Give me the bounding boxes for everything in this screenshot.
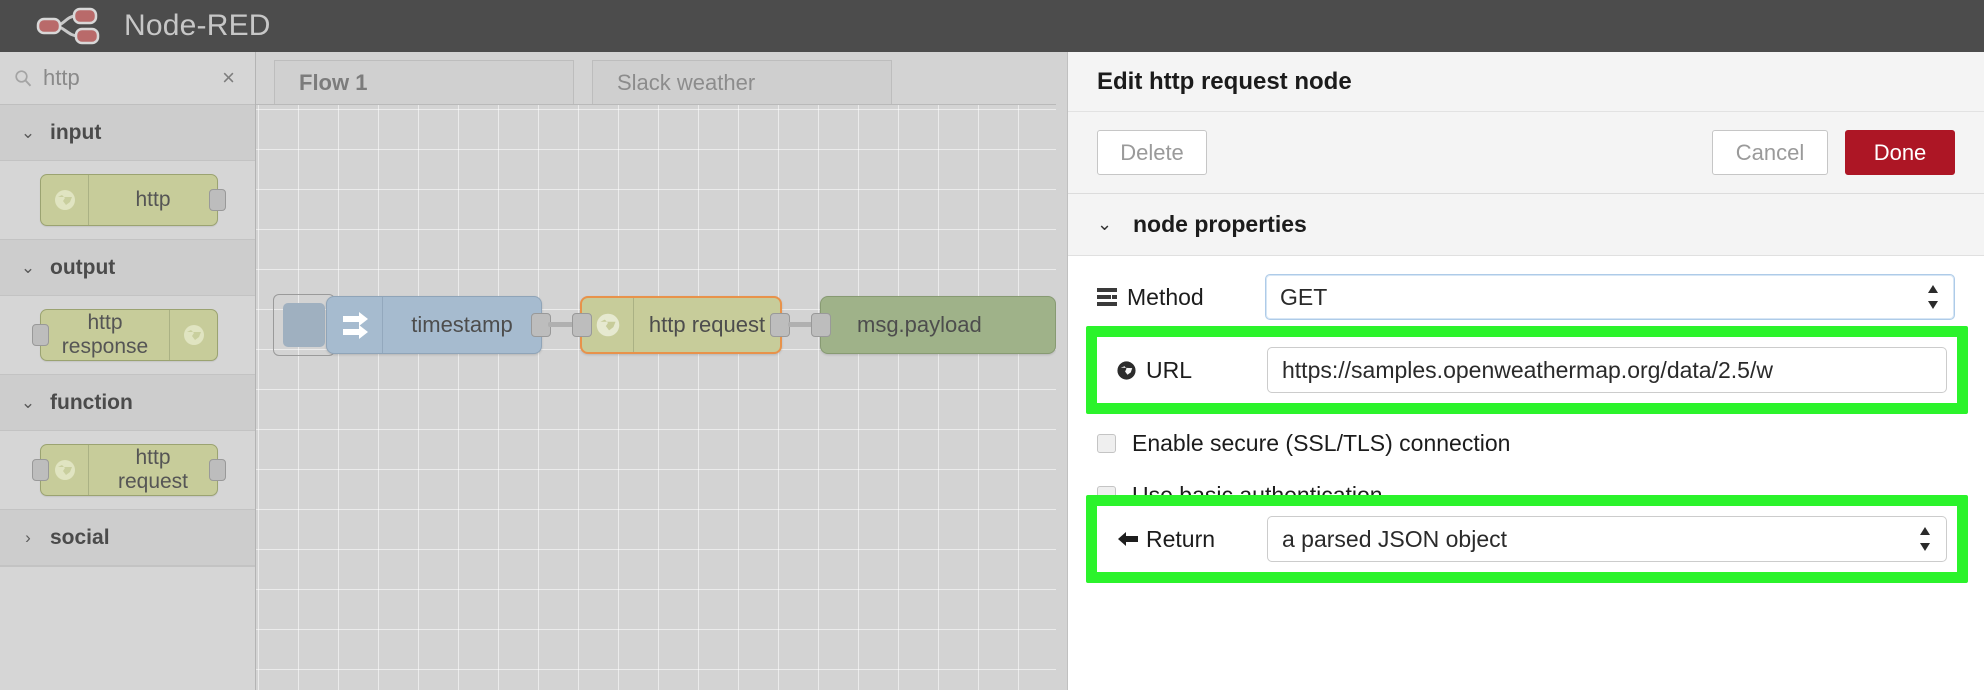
return-label: Return: [1107, 526, 1267, 553]
globe-icon: [41, 175, 89, 225]
method-value: GET: [1280, 284, 1327, 311]
method-label: Method: [1097, 284, 1265, 311]
app-header: Node-RED: [0, 0, 1984, 52]
palette-node-label: http response: [41, 311, 169, 359]
node-output-port[interactable]: [209, 189, 226, 211]
palette-category-body-input: http: [0, 161, 255, 239]
flow-node-label: http request: [634, 312, 780, 338]
node-input-port[interactable]: [811, 313, 831, 337]
section-title: node properties: [1133, 211, 1307, 238]
tab-label: Flow 1: [299, 70, 367, 96]
done-button[interactable]: Done: [1845, 130, 1955, 175]
node-input-port[interactable]: [572, 313, 592, 337]
flow-node-label: msg.payload: [821, 312, 1055, 338]
return-select[interactable]: a parsed JSON object: [1267, 516, 1947, 562]
palette-category-function: ⌄ function http request: [0, 375, 255, 510]
spinner-arrows-icon: [1918, 525, 1932, 559]
node-output-port[interactable]: [209, 459, 226, 481]
tab-label: Slack weather: [617, 70, 755, 96]
node-input-port[interactable]: [32, 459, 49, 481]
ssl-label: Enable secure (SSL/TLS) connection: [1132, 430, 1510, 457]
app-title: Node-RED: [124, 9, 271, 43]
node-properties-form: Method GET: [1068, 256, 1984, 690]
field-row-method: Method GET: [1097, 274, 1955, 320]
tab-flow-1[interactable]: Flow 1: [274, 60, 574, 104]
url-value: https://samples.openweathermap.org/data/…: [1282, 357, 1773, 384]
palette-category-body-output: http response: [0, 296, 255, 374]
chevron-right-icon: ›: [18, 528, 38, 548]
palette-category-label: input: [50, 121, 101, 145]
spinner-arrows-icon: [1926, 283, 1940, 317]
palette-category-label: function: [50, 391, 133, 415]
search-input[interactable]: http: [43, 65, 216, 91]
search-icon: [14, 69, 32, 87]
dialog-title: Edit http request node: [1068, 52, 1984, 112]
palette-category-header-social[interactable]: › social: [0, 510, 255, 566]
palette-category-output: ⌄ output http response: [0, 240, 255, 375]
ssl-checkbox[interactable]: [1097, 434, 1116, 453]
search-clear-icon[interactable]: ×: [216, 65, 241, 91]
palette-node-http-in[interactable]: http: [40, 174, 218, 226]
flow-node-timestamp[interactable]: timestamp: [326, 296, 542, 354]
palette-category-header-output[interactable]: ⌄ output: [0, 240, 255, 296]
chevron-down-icon: ⌄: [18, 258, 38, 278]
field-row-return: Return a parsed JSON object: [1097, 506, 1957, 572]
chevron-down-icon: ⌄: [1097, 214, 1119, 235]
url-label: URL: [1107, 357, 1267, 384]
url-label-text: URL: [1146, 357, 1192, 384]
palette-node-http-response[interactable]: http response: [40, 309, 218, 361]
palette-category-header-input[interactable]: ⌄ input: [0, 105, 255, 161]
node-input-port[interactable]: [32, 324, 49, 346]
globe-icon: [169, 310, 217, 360]
return-label-text: Return: [1146, 526, 1215, 553]
palette-category-social: › social: [0, 510, 255, 567]
chevron-down-icon: ⌄: [18, 393, 38, 413]
inject-arrow-icon: [327, 297, 383, 353]
flow-node-debug[interactable]: msg.payload: [820, 296, 1056, 354]
flow-wire: [548, 322, 574, 327]
flow-node-label: timestamp: [383, 312, 541, 338]
palette-node-label: http request: [89, 446, 217, 494]
edit-node-dialog: Edit http request node Delete Cancel Don…: [1067, 52, 1984, 690]
palette-category-body-function: http request: [0, 431, 255, 509]
method-select[interactable]: GET: [1265, 274, 1955, 320]
globe-icon: [1116, 360, 1146, 381]
node-red-logo-icon: [34, 6, 106, 46]
field-row-url: URL https://samples.openweathermap.org/d…: [1097, 337, 1957, 403]
palette-category-input: ⌄ input http: [0, 105, 255, 240]
cancel-button[interactable]: Cancel: [1712, 130, 1828, 175]
node-selection-handle[interactable]: [283, 303, 325, 347]
arrow-left-icon: [1116, 529, 1146, 549]
node-red-editor: Node-RED http × ⌄ input: [0, 0, 1984, 690]
chevron-down-icon: ⌄: [18, 123, 38, 143]
dialog-action-bar: Delete Cancel Done: [1068, 112, 1984, 194]
return-highlight-box: Return a parsed JSON object: [1086, 495, 1968, 583]
url-highlight-box: URL https://samples.openweathermap.org/d…: [1086, 326, 1968, 414]
return-value: a parsed JSON object: [1282, 526, 1507, 553]
palette-category-header-function[interactable]: ⌄ function: [0, 375, 255, 431]
tab-slack-weather[interactable]: Slack weather: [592, 60, 892, 104]
palette-category-label: output: [50, 256, 115, 280]
flow-node-http-request[interactable]: http request: [580, 296, 782, 354]
flow-workspace: Flow 1 Slack weather timestamp: [256, 52, 1056, 690]
flow-canvas[interactable]: timestamp http request msg.payload: [256, 105, 1056, 690]
node-properties-section-header[interactable]: ⌄ node properties: [1068, 194, 1984, 256]
delete-button[interactable]: Delete: [1097, 130, 1207, 175]
method-label-text: Method: [1127, 284, 1204, 311]
palette-category-label: social: [50, 526, 110, 550]
flow-tab-bar: Flow 1 Slack weather: [256, 52, 1056, 105]
node-output-port[interactable]: [770, 313, 790, 337]
palette-node-http-request[interactable]: http request: [40, 444, 218, 496]
palette-node-label: http: [89, 188, 217, 212]
field-row-ssl[interactable]: Enable secure (SSL/TLS) connection: [1097, 430, 1510, 457]
palette-search-row[interactable]: http ×: [0, 52, 255, 105]
url-input[interactable]: https://samples.openweathermap.org/data/…: [1267, 347, 1947, 393]
list-bars-icon: [1097, 287, 1127, 307]
node-palette: http × ⌄ input http ⌄: [0, 52, 256, 690]
